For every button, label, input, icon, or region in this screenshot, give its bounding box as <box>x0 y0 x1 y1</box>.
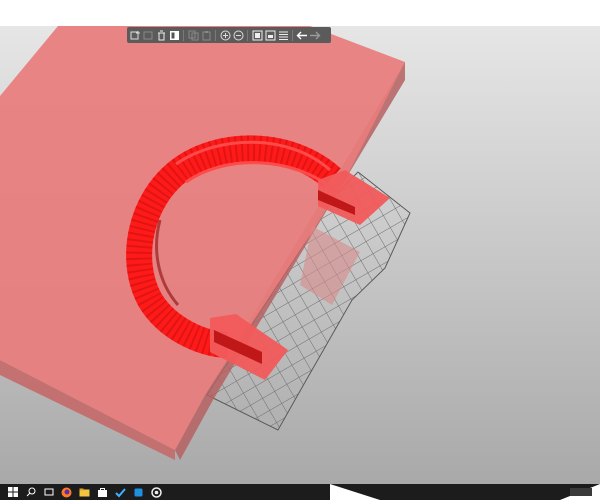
paste-button[interactable] <box>200 29 212 41</box>
redo-button[interactable] <box>309 29 321 41</box>
search-button[interactable] <box>25 487 36 498</box>
slicer-window <box>0 0 600 500</box>
firefox-icon <box>61 487 72 497</box>
layers-editing-button[interactable] <box>277 29 289 41</box>
add-instance-button[interactable] <box>219 29 231 41</box>
split-parts-button[interactable] <box>264 29 276 41</box>
store-taskbar-button[interactable] <box>97 487 108 498</box>
split-parts-icon <box>265 30 275 40</box>
firefox-taskbar-button[interactable] <box>61 487 72 498</box>
paste-icon <box>202 30 210 40</box>
add-object-button[interactable] <box>129 29 141 41</box>
minus-circle-icon <box>233 30 243 40</box>
task-view-button[interactable] <box>43 487 54 498</box>
task-view-icon <box>44 488 53 496</box>
toolbar-separator <box>183 29 184 41</box>
delete-icon <box>143 31 152 39</box>
undo-button[interactable] <box>296 29 308 41</box>
copy-icon <box>188 30 198 40</box>
layers-editing-icon <box>278 31 288 40</box>
redo-arrow-icon <box>310 31 321 39</box>
window-title-bar <box>0 0 600 27</box>
check-app-icon <box>115 487 126 497</box>
undo-arrow-icon <box>296 31 307 39</box>
circle-app-taskbar-button[interactable] <box>151 486 162 498</box>
trash-icon <box>157 30 165 40</box>
plus-circle-icon <box>220 30 230 40</box>
3d-viewport[interactable] <box>0 26 600 484</box>
arrange-button[interactable] <box>168 29 180 41</box>
taskbar-active-region <box>330 484 600 500</box>
split-objects-button[interactable] <box>251 29 263 41</box>
delete-all-button[interactable] <box>155 29 167 41</box>
arrange-icon <box>169 30 179 40</box>
plater-toolbar <box>127 27 331 43</box>
toolbar-separator <box>215 29 216 41</box>
toolbar-separator <box>247 29 248 41</box>
store-icon <box>98 487 107 497</box>
split-objects-icon <box>252 30 262 40</box>
add-object-icon <box>130 30 140 39</box>
windows-start-icon <box>7 487 18 497</box>
start-button[interactable] <box>7 487 18 498</box>
delete-button[interactable] <box>142 29 154 41</box>
file-explorer-icon <box>79 488 90 496</box>
app-icon <box>134 488 143 496</box>
copy-button[interactable] <box>187 29 199 41</box>
search-icon <box>26 487 35 497</box>
app-taskbar-button[interactable] <box>133 487 144 498</box>
check-app-taskbar-button[interactable] <box>115 487 126 498</box>
circle-app-icon <box>151 486 162 498</box>
remove-instance-button[interactable] <box>232 29 244 41</box>
file-explorer-taskbar-button[interactable] <box>79 487 90 498</box>
toolbar-separator <box>292 29 293 41</box>
